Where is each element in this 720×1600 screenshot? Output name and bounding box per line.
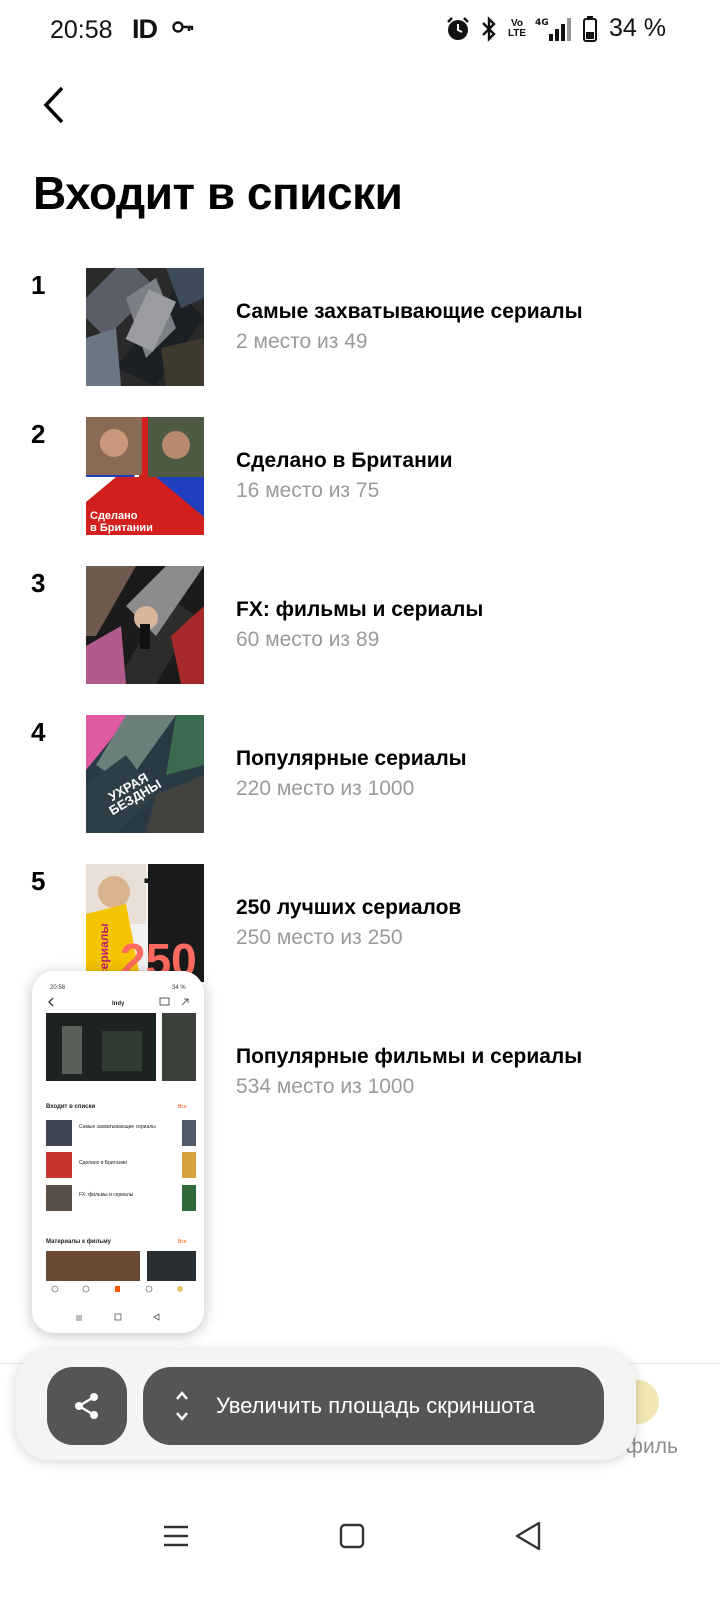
- carrier-id-icon: ID: [132, 14, 158, 44]
- preview-section-all: Все: [178, 1239, 187, 1245]
- menu-lines-icon: [164, 1525, 188, 1547]
- alarm-icon: [447, 16, 469, 40]
- list-title: Самые захватывающие сериалы: [236, 300, 583, 323]
- preview-section-title: Входит в списки: [46, 1104, 95, 1110]
- list-item[interactable]: 5 ТОП 250 сериалы 250 лучших сериалов 25…: [0, 864, 720, 982]
- list-rank: 1: [31, 270, 46, 300]
- list-thumbnail: [86, 566, 204, 684]
- svg-text:4G: 4G: [535, 18, 549, 28]
- list-title: FX: фильмы и сериалы: [236, 598, 484, 621]
- expand-screenshot-button[interactable]: Увеличить площадь скриншота: [143, 1367, 604, 1445]
- preview-status-time: 20:58: [50, 985, 66, 991]
- recents-button[interactable]: [146, 1506, 206, 1566]
- back-button[interactable]: [30, 80, 80, 130]
- expand-vertical-icon: [176, 1391, 188, 1421]
- list-rank: 3: [31, 568, 46, 598]
- list-item[interactable]: 4 УХРАЯ БЕЗДНЫ Популярные сериалы 220 ме…: [0, 715, 720, 833]
- list-thumbnail: ТОП 250 сериалы: [86, 864, 204, 982]
- screenshot-preview[interactable]: 20:58 34 % Indy Входит в списки Все Самы…: [32, 971, 204, 1333]
- preview-item: Самые захватывающие сериалы: [79, 1124, 156, 1130]
- list-position: 16 место из 75: [236, 479, 380, 502]
- list-title: Сделано в Британии: [236, 449, 453, 472]
- list-position: 534 место из 1000: [236, 1075, 415, 1098]
- list-thumbnail: УХРАЯ БЕЗДНЫ: [86, 715, 204, 833]
- share-icon: [75, 1393, 98, 1419]
- expand-screenshot-label: Увеличить площадь скриншота: [216, 1393, 535, 1418]
- system-navigation-bar: [0, 1476, 720, 1600]
- list-position: 2 место из 49: [236, 330, 368, 353]
- list-item[interactable]: 3 FX: фильмы и сериалы 60 место из 89: [0, 566, 720, 684]
- list-item[interactable]: 1 Самые захватывающие сериалы 2 место из…: [0, 268, 720, 386]
- list-thumbnail: Сделано в Британии: [86, 417, 204, 535]
- list-thumbnail: [86, 268, 204, 386]
- chevron-left-icon: [43, 86, 64, 124]
- preview-status-battery: 34 %: [172, 985, 186, 991]
- signal-4g-icon: 4G: [535, 17, 572, 41]
- list-position: 250 место из 250: [236, 926, 403, 949]
- preview-item: Сделано в Британии: [79, 1160, 127, 1166]
- battery-percent: 34 %: [609, 14, 666, 42]
- status-time: 20:58: [50, 16, 113, 44]
- list-position: 220 место из 1000: [236, 777, 415, 800]
- list-position: 60 место из 89: [236, 628, 380, 651]
- list-item[interactable]: 2 Сделано в Британии Сделано в Британии …: [0, 417, 720, 535]
- back-triangle-icon: [515, 1521, 541, 1551]
- list-title: Популярные сериалы: [236, 747, 467, 770]
- status-icons: Vo LTE 4G 34 %: [445, 14, 666, 43]
- battery-icon: [583, 15, 598, 42]
- thumb-caption: Сделано: [90, 510, 138, 522]
- home-button[interactable]: [322, 1506, 382, 1566]
- status-bar: 20:58 ID Vo LTE 4G 34 %: [0, 0, 720, 64]
- preview-section-all: Все: [178, 1104, 187, 1110]
- list-rank: 4: [31, 717, 46, 747]
- home-square-icon: [339, 1523, 365, 1549]
- share-button[interactable]: [47, 1367, 127, 1445]
- volte-icon: Vo LTE: [507, 17, 527, 39]
- back-nav-button[interactable]: [498, 1506, 558, 1566]
- list-title: Популярные фильмы и сериалы: [236, 1045, 583, 1068]
- thumb-caption: в Британии: [90, 522, 153, 534]
- preview-item: FX: фильмы и сериалы: [79, 1192, 134, 1198]
- list-rank: 2: [31, 419, 46, 449]
- preview-section-title: Материалы к фильму: [46, 1238, 111, 1245]
- key-icon: [172, 17, 194, 40]
- thumb-caption: ТОП: [144, 871, 204, 915]
- thumb-caption: сериалы: [97, 923, 111, 976]
- preview-header-title: Indy: [112, 1001, 125, 1007]
- list-rank: 5: [31, 866, 46, 896]
- bluetooth-icon: [482, 15, 496, 42]
- page-title: Входит в списки: [33, 167, 403, 219]
- list-title: 250 лучших сериалов: [236, 896, 462, 919]
